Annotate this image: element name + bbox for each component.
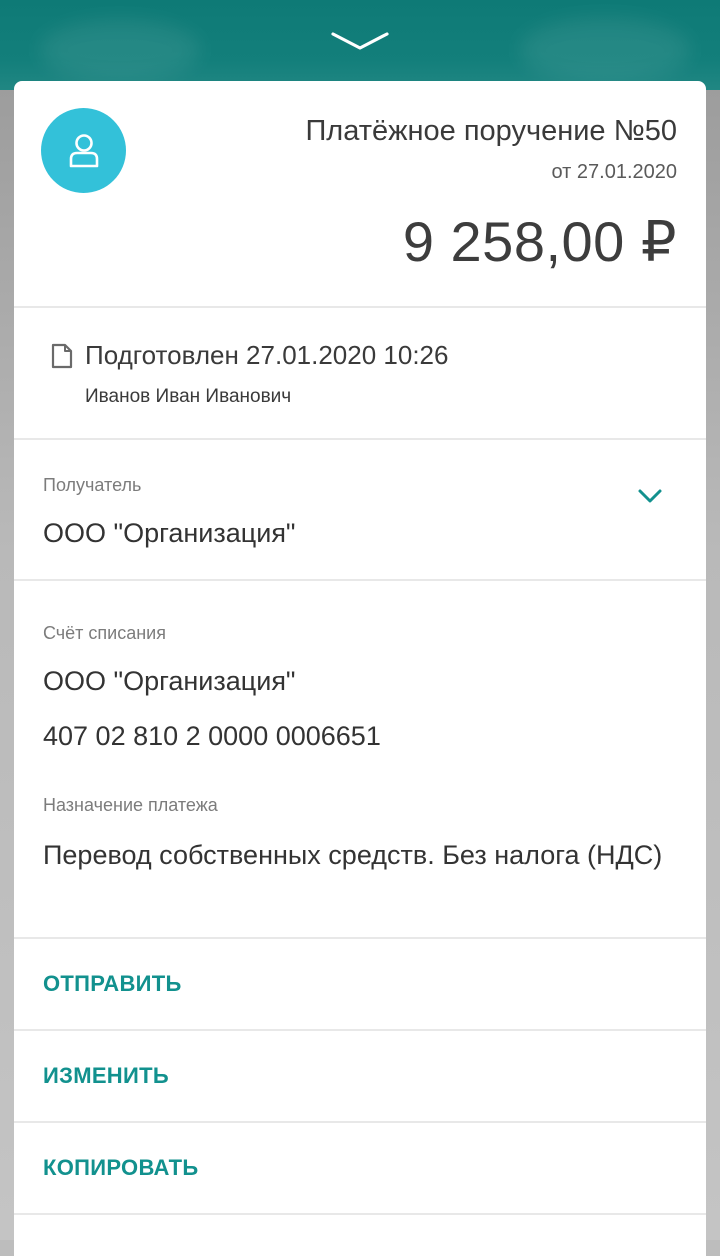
divider [14,1213,706,1215]
debit-account-number: 407 02 810 2 0000 0006651 [43,721,381,751]
chevron-down-icon [638,489,662,503]
divider [14,438,706,440]
status-text: Подготовлен 27.01.2020 10:26 [85,340,449,370]
left-backdrop [0,90,14,1240]
payment-amount: 9 258,00 ₽ [402,210,677,273]
avatar [41,108,126,193]
divider [14,306,706,308]
background-blur [40,20,200,80]
send-button[interactable]: ОТПРАВИТЬ [14,939,706,1029]
recipient-value: ООО "Организация" [43,518,296,548]
debit-account-label: Счёт списания [43,623,166,643]
chevron-down-icon [331,32,389,50]
recipient-expand-button[interactable] [632,481,668,511]
copy-button-label: КОПИРОВАТЬ [43,1155,199,1180]
purpose-label: Назначение платежа [43,795,218,815]
edit-button-label: ИЗМЕНИТЬ [43,1063,169,1088]
debit-account-name: ООО "Организация" [43,666,296,696]
right-backdrop [706,90,720,1240]
recipient-label: Получатель [43,475,142,495]
edit-button[interactable]: ИЗМЕНИТЬ [14,1031,706,1121]
send-button-label: ОТПРАВИТЬ [43,971,182,996]
divider [14,579,706,581]
document-date: от 27.01.2020 [551,161,678,183]
collapse-handle[interactable] [330,26,390,54]
user-icon [69,134,99,168]
payment-order-card: Платёжное поручение №50 от 27.01.2020 9 … [14,81,706,1256]
document-icon [51,343,73,369]
document-title: Платёжное поручение №50 [305,115,677,147]
status-author: Иванов Иван Иванович [85,386,292,407]
background-blur [520,18,690,82]
copy-button[interactable]: КОПИРОВАТЬ [14,1123,706,1213]
purpose-value: Перевод собственных средств. Без налога … [43,840,663,870]
